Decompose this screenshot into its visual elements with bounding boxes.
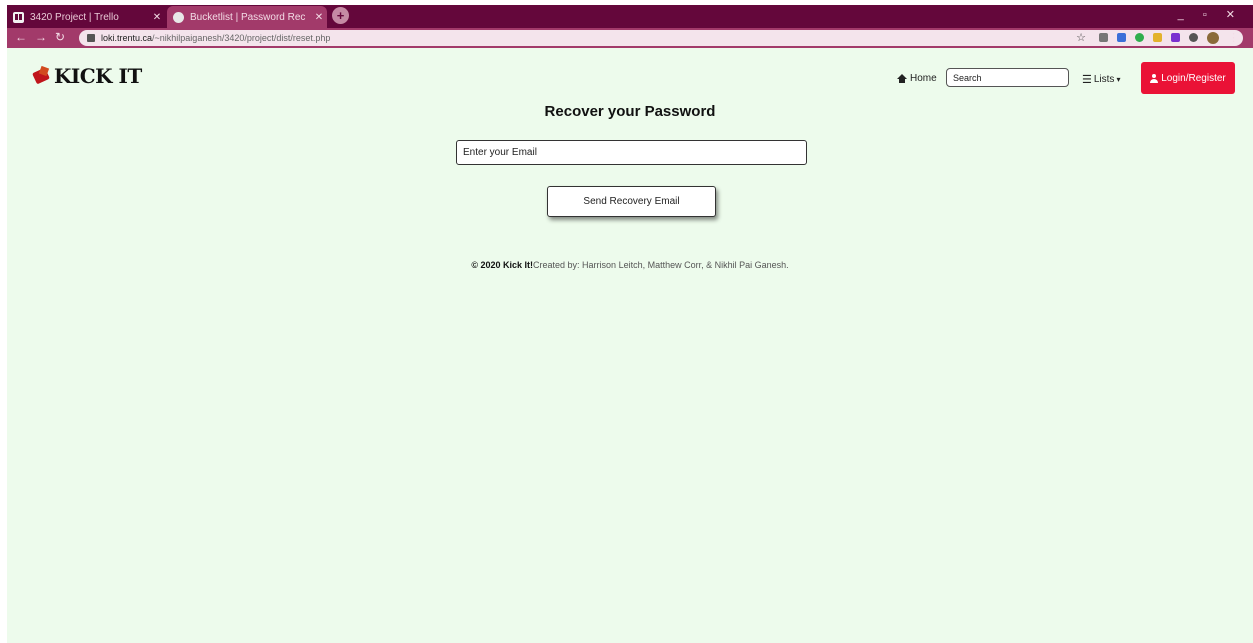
bookmark-star-icon[interactable]: ☆	[1076, 31, 1086, 44]
nav-lists-dropdown[interactable]: ☰ Lists ▾	[1082, 73, 1120, 86]
window-controls[interactable]: _ ▫ ✕	[1178, 8, 1243, 21]
logo-text: KICK IT	[54, 64, 142, 88]
nav-home-link[interactable]: Home	[897, 73, 937, 84]
user-icon	[1150, 73, 1159, 83]
extension-icon[interactable]	[1153, 33, 1162, 42]
footer: © 2020 Kick It!Created by: Harrison Leit…	[7, 260, 1253, 270]
send-recovery-email-button[interactable]: Send Recovery Email	[547, 186, 716, 217]
nav-lists-label: Lists	[1093, 74, 1115, 85]
tab-title: 3420 Project | Trello	[30, 11, 119, 23]
close-icon[interactable]: ✕	[149, 12, 165, 23]
trello-favicon-icon	[13, 11, 24, 23]
footer-brand: © 2020 Kick It!	[471, 260, 534, 270]
globe-favicon-icon	[173, 11, 184, 23]
lock-icon	[87, 34, 95, 42]
list-icon: ☰	[1082, 74, 1092, 86]
url-host: loki.trentu.ca	[101, 33, 153, 43]
kick-it-logo-icon	[32, 67, 52, 85]
page-content: KICK IT Home ☰ Lists ▾ Login/Register Re…	[7, 48, 1253, 643]
extension-icons: ☆ ⋮	[1076, 31, 1239, 44]
home-icon	[897, 74, 907, 83]
browser-nav-buttons[interactable]: ←→↻	[15, 30, 73, 44]
close-icon[interactable]: ✕	[311, 12, 327, 23]
browser-menu-icon[interactable]: ⋮	[1228, 31, 1239, 44]
extension-icon[interactable]	[1135, 33, 1144, 42]
login-register-label: Login/Register	[1161, 72, 1226, 84]
browser-tab-strip: 3420 Project | Trello ✕ Bucketlist | Pas…	[7, 5, 1253, 28]
tab-title: Bucketlist | Password Rec	[190, 11, 306, 23]
page-title: Recover your Password	[544, 103, 716, 120]
extension-icon[interactable]	[1099, 33, 1108, 42]
search-input[interactable]	[946, 68, 1069, 87]
footer-credits: Created by: Harrison Leitch, Matthew Cor…	[533, 260, 789, 270]
browser-toolbar: ←→↻ loki.trentu.ca/~nikhilpaiganesh/3420…	[7, 28, 1253, 48]
browser-tab-trello[interactable]: 3420 Project | Trello ✕	[7, 6, 165, 28]
chevron-down-icon: ▾	[1116, 75, 1121, 84]
extension-icon[interactable]	[1171, 33, 1180, 42]
url-path: /~nikhilpaiganesh/3420/project/dist/rese…	[152, 33, 331, 43]
email-field[interactable]	[456, 140, 807, 165]
extension-icon[interactable]	[1117, 33, 1126, 42]
browser-tab-bucketlist[interactable]: Bucketlist | Password Rec ✕	[167, 6, 327, 28]
nav-home-label: Home	[910, 73, 937, 84]
new-tab-button[interactable]: +	[332, 7, 349, 24]
extension-icon[interactable]	[1189, 33, 1198, 42]
site-logo[interactable]: KICK IT	[32, 64, 142, 88]
login-register-button[interactable]: Login/Register	[1141, 62, 1235, 94]
profile-avatar[interactable]	[1207, 31, 1219, 44]
address-bar[interactable]: loki.trentu.ca/~nikhilpaiganesh/3420/pro…	[79, 30, 1243, 46]
